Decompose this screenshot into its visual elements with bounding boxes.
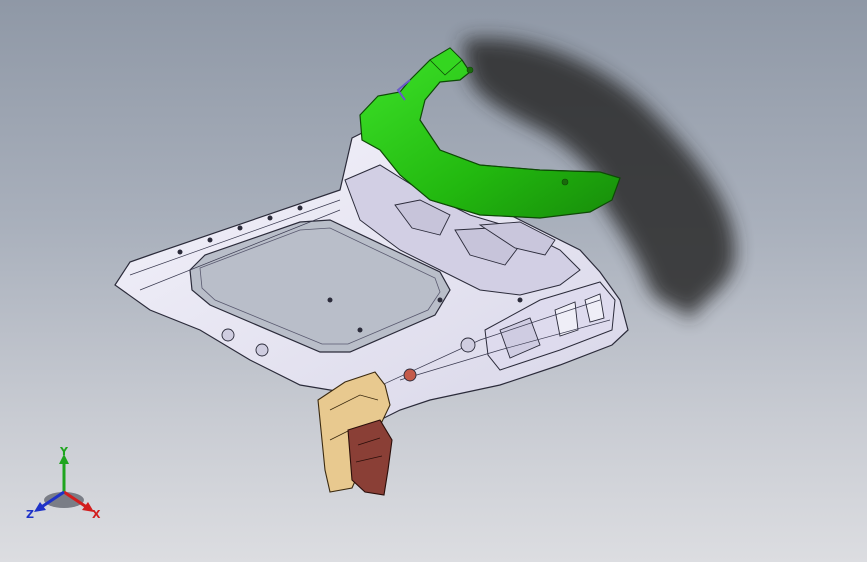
model-render[interactable] (0, 0, 867, 562)
orientation-triad[interactable]: Y X Z (24, 446, 104, 526)
z-axis-label: Z (26, 508, 34, 521)
y-axis-label: Y (59, 446, 69, 458)
pillar-inner[interactable] (347, 419, 393, 496)
x-axis-label: X (92, 508, 101, 521)
cad-3d-viewport[interactable]: Y X Z (0, 0, 867, 562)
